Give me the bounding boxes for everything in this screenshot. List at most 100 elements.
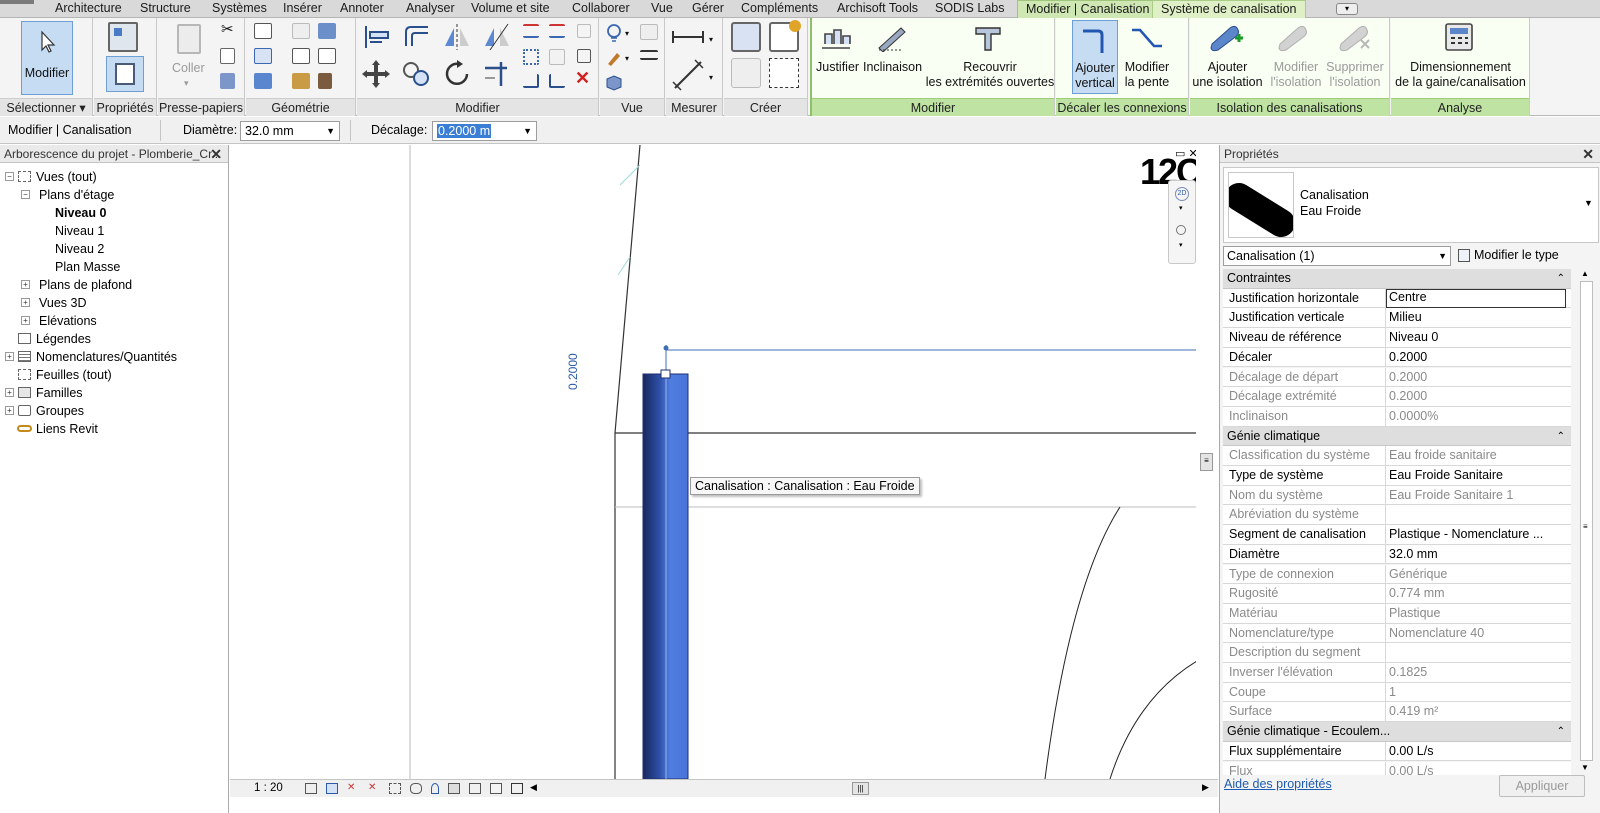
cap-open-ends-button[interactable]: Recouvrir les extrémités ouvertes [925,60,1055,90]
expand-icon[interactable]: + [5,388,14,397]
trim-single-icon[interactable] [523,74,539,88]
measure-dropdown-arrow[interactable]: ▾ [709,32,713,47]
tree-item-legendes[interactable]: Légendes [0,330,225,348]
property-group-header[interactable]: Génie climatique ⌃ [1223,426,1571,447]
property-row[interactable]: Justification horizontale Centre [1223,288,1571,309]
measure-icon[interactable] [671,28,705,46]
create-similar-icon[interactable] [769,58,799,88]
scroll-up-arrow[interactable]: ▲ [1581,269,1589,278]
tree-item-niveau-1[interactable]: Niveau 1 [0,222,225,240]
add-insulation-icon[interactable] [1208,22,1244,52]
tab-inserer[interactable]: Insérer [283,0,322,18]
inclination-button[interactable]: Inclinaison [863,60,922,75]
expand-icon[interactable]: + [21,280,30,289]
split-icon[interactable] [523,24,539,38]
copy-icon[interactable] [220,48,235,64]
property-group-header[interactable]: Génie climatique - Ecoulem... ⌃ [1223,722,1571,742]
sizing-button[interactable]: Dimensionnement de la gaine/canalisation [1391,60,1530,90]
sun-path-icon[interactable]: ✕ [347,783,359,794]
expand-icon[interactable]: + [21,298,30,307]
tab-systeme-canalisation[interactable]: Système de canalisation [1152,0,1306,18]
tab-annoter[interactable]: Annoter [340,0,384,18]
scroll-thumb-horizontal[interactable]: ||| [852,782,869,795]
tree-item-familles[interactable]: + Familles [0,384,225,402]
property-value[interactable]: Eau Froide Sanitaire [1389,468,1567,482]
reveal-hidden-icon[interactable] [469,783,481,794]
justify-button[interactable]: Justifier [816,60,859,75]
trim-multiple-icon[interactable] [549,74,565,88]
wall-profile-icon[interactable] [318,48,336,64]
wall-joins-icon[interactable] [292,23,310,39]
scroll-thumb-vertical[interactable]: ≡ [1200,453,1213,471]
collapse-icon[interactable]: − [5,172,14,181]
delete-icon[interactable]: ✕ [575,69,590,87]
inclination-icon[interactable] [875,24,907,52]
scroll-thumb[interactable]: ≡ [1580,281,1593,761]
property-row[interactable]: Segment de canalisation Plastique - Nomen… [1223,525,1571,545]
properties-help-link[interactable]: Aide des propriétés [1224,777,1332,791]
analytical-model-icon[interactable] [490,783,502,794]
shadows-icon[interactable]: ✕ [368,783,380,794]
trim-extend-icon[interactable] [481,58,513,90]
cope-icon[interactable] [254,23,272,39]
close-icon[interactable]: ✕ [210,145,222,163]
modifier-tool-button[interactable]: Modifier [21,21,73,95]
property-value[interactable]: Centre [1386,288,1566,308]
scroll-down-arrow[interactable]: ▼ [1581,763,1589,772]
tree-item-elevations[interactable]: + Elévations [0,312,225,330]
override-dropdown-arrow[interactable]: ▾ [625,51,629,66]
match-properties-icon[interactable] [220,73,235,89]
apply-button[interactable]: Appliquer [1499,775,1585,797]
join-icon[interactable] [254,73,272,89]
tab-volume-site[interactable]: Volume et site [471,0,550,18]
tab-sodis-labs[interactable]: SODIS Labs [935,0,1004,18]
panel-selectionner-label[interactable]: Sélectionner ▾ [0,98,92,116]
quick-access-stub[interactable] [0,0,34,4]
cap-open-ends-icon[interactable] [972,22,1004,52]
minimize-ribbon-button[interactable]: ▾ [1336,3,1358,15]
paste-dropdown-arrow[interactable]: ▾ [184,76,189,91]
cube-icon[interactable] [605,74,623,92]
lightbulb-icon[interactable] [605,23,623,43]
tree-item-niveau-2[interactable]: Niveau 2 [0,240,225,258]
constraints-icon[interactable] [511,783,523,794]
change-slope-button[interactable]: Modifier la pente [1120,60,1174,90]
sizing-calculator-icon[interactable] [1443,21,1477,53]
scroll-left-arrow[interactable]: ◀ [530,782,537,793]
expand-icon[interactable]: + [5,352,14,361]
property-value[interactable]: 0.00 L/s [1389,744,1567,758]
tab-modifier-canalisation[interactable]: Modifier | Canalisation [1017,0,1159,18]
hide-element-icon[interactable] [640,24,658,40]
collapse-chevron-icon[interactable]: ⌃ [1557,427,1565,446]
dimension-dropdown-arrow[interactable]: ▾ [709,70,713,85]
tab-archisoft-tools[interactable]: Archisoft Tools [837,0,918,18]
collapse-icon[interactable]: − [21,190,30,199]
change-slope-icon[interactable] [1130,24,1164,54]
close-icon[interactable]: ✕ [1582,145,1594,163]
offset-icon[interactable] [402,22,432,52]
tree-item-plans-plafond[interactable]: + Plans de plafond [0,276,225,294]
property-value[interactable]: Niveau 0 [1389,330,1567,344]
cut-icon[interactable]: ✂ [221,22,234,37]
property-group-header[interactable]: Contraintes ⌃ [1223,269,1571,289]
nav-dropdown-arrow[interactable]: ▾ [1179,204,1183,212]
tab-architecture[interactable]: Architecture [55,0,122,18]
tab-collaborer[interactable]: Collaborer [572,0,630,18]
tree-item-groupes[interactable]: + Groupes [0,402,225,420]
paint-icon[interactable] [292,73,310,89]
type-properties-button[interactable] [108,22,138,52]
view-dropdown-arrow[interactable]: ▾ [625,26,629,41]
edit-insulation-button[interactable]: Modifier l'isolation [1268,60,1324,90]
tab-structure[interactable]: Structure [140,0,191,18]
aligned-dimension-icon[interactable] [671,58,705,92]
property-value[interactable]: 0.2000 [1389,350,1567,364]
tree-item-nomenclatures[interactable]: + Nomenclatures/Quantités [0,348,225,366]
properties-scrollbar[interactable]: ▲ ≡ ▼ [1576,269,1598,775]
tab-complements[interactable]: Compléments [741,0,818,18]
cut-geometry-icon[interactable] [254,48,272,64]
create-group-icon[interactable] [731,58,761,88]
paste-button[interactable]: Coller [172,61,205,76]
tree-item-plans-etage[interactable]: − Plans d'étage [0,186,225,204]
properties-button[interactable] [106,56,144,92]
add-vertical-button[interactable]: Ajouter vertical [1072,20,1118,94]
